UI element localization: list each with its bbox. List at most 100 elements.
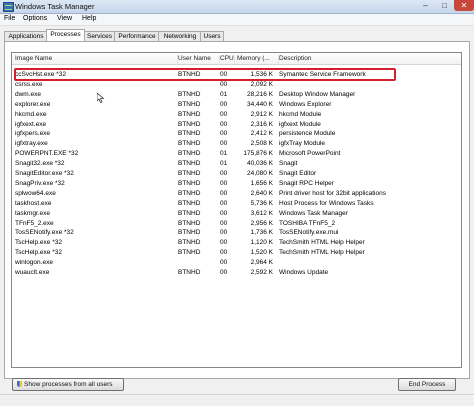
process-description: Host Process for Windows Tasks xyxy=(279,199,374,207)
process-cpu: 00 xyxy=(220,170,228,177)
tab-processes[interactable]: Processes xyxy=(46,29,85,41)
menu-file[interactable]: File xyxy=(4,15,15,22)
process-user-name: BTNHD xyxy=(178,239,201,247)
process-row[interactable]: TosSENotify.exe *32 BTNHD 00 1,736 K TosSENo… xyxy=(12,228,461,237)
menu-help[interactable]: Help xyxy=(82,15,96,22)
process-image-name: igfxext.exe xyxy=(15,120,47,128)
tab-services[interactable]: Services xyxy=(83,31,116,41)
process-image-name: splwow64.exe xyxy=(15,189,56,197)
process-description: Print driver host for 32bit applications xyxy=(279,189,386,197)
process-memory: 1,656 K xyxy=(250,179,273,187)
process-user-name: BTNHD xyxy=(178,100,201,108)
process-row[interactable]: dwm.exe BTNHD 01 28,216 K Desktop Window Man… xyxy=(12,90,461,99)
process-row[interactable]: winlogon.exe 00 2,964 K xyxy=(12,258,461,267)
maximize-button[interactable]: □ xyxy=(435,0,454,11)
process-memory: 34,440 K xyxy=(246,100,273,108)
process-user-name: BTNHD xyxy=(178,199,201,207)
process-image-name: Snagit32.exe *32 xyxy=(15,160,65,168)
process-user-name: BTNHD xyxy=(178,179,201,187)
process-row[interactable]: igfxpers.exe BTNHD 00 2,412 K persistence Mo… xyxy=(12,129,461,138)
process-user-name: BTNHD xyxy=(178,189,201,197)
process-memory: 24,080 K xyxy=(246,170,273,177)
process-memory: 1,520 K xyxy=(250,249,273,257)
process-memory: 3,612 K xyxy=(250,209,273,217)
process-memory: 5,736 K xyxy=(250,199,273,207)
process-row[interactable]: TscHelp.exe *32 BTNHD 00 1,120 K TechSmith H… xyxy=(12,238,461,247)
process-row[interactable]: TscHelp.exe *32 BTNHD 00 1,520 K TechSmith H… xyxy=(12,248,461,257)
process-description: persistence Module xyxy=(279,130,336,138)
process-description: TosSENotify.exe.mui xyxy=(279,229,339,237)
process-cpu: 00 xyxy=(220,219,228,227)
process-memory: 1,736 K xyxy=(250,229,273,237)
menu-view[interactable]: View xyxy=(57,15,72,22)
process-user-name: BTNHD xyxy=(178,219,201,227)
process-user-name: BTNHD xyxy=(178,209,201,217)
process-row[interactable]: wuauclt.exe BTNHD 00 2,592 K Windows Update xyxy=(12,268,461,277)
process-cpu: 00 xyxy=(220,209,228,217)
process-memory: 2,412 K xyxy=(250,130,273,138)
column-header-image-name[interactable]: Image Name ^ xyxy=(15,53,178,64)
column-header-memory[interactable]: Memory (... xyxy=(237,55,279,64)
minimize-button[interactable]: – xyxy=(416,0,435,11)
bottom-bar: Show processes from all users End Proces… xyxy=(11,378,463,392)
process-cpu: 00 xyxy=(220,140,228,148)
process-user-name: BTNHD xyxy=(178,160,201,168)
process-image-name: hkcmd.exe xyxy=(15,110,47,118)
process-description: hkcmd Module xyxy=(279,110,322,118)
process-cpu: 00 xyxy=(220,110,228,118)
menu-options[interactable]: Options xyxy=(23,15,47,22)
process-description: Windows Task Manager xyxy=(279,209,348,217)
process-image-name: taskmgr.exe xyxy=(15,209,51,217)
process-description: TechSmith HTML Help Helper xyxy=(279,239,365,247)
process-row[interactable]: taskmgr.exe BTNHD 00 3,612 K Windows Task Ma… xyxy=(12,209,461,218)
process-cpu: 00 xyxy=(220,249,228,257)
process-image-name: taskhost.exe xyxy=(15,199,52,207)
process-row[interactable]: hkcmd.exe BTNHD 00 2,912 K hkcmd Module xyxy=(12,110,461,119)
process-row[interactable]: SnagPriv.exe *32 BTNHD 00 1,656 K Snagit RPC… xyxy=(12,179,461,188)
close-button[interactable]: ✕ xyxy=(454,0,474,11)
process-image-name: TosSENotify.exe *32 xyxy=(15,229,74,237)
process-row[interactable]: splwow64.exe BTNHD 00 2,640 K Print driver h… xyxy=(12,189,461,198)
process-cpu: 01 xyxy=(220,160,228,168)
process-row[interactable]: explorer.exe BTNHD 00 34,440 K Windows Explo… xyxy=(12,100,461,109)
process-image-name: igfxpers.exe xyxy=(15,130,51,138)
process-cpu: 00 xyxy=(220,130,228,138)
process-memory: 2,592 K xyxy=(250,269,273,276)
column-header-description[interactable]: Description xyxy=(279,55,461,64)
process-row[interactable]: igfxext.exe BTNHD 00 2,316 K igfxext Module xyxy=(12,120,461,129)
tab-applications[interactable]: Applications xyxy=(4,31,48,41)
tab-networking[interactable]: Networking xyxy=(158,31,202,41)
process-row[interactable]: csrss.exe 00 2,092 K xyxy=(12,80,461,89)
process-cpu: 01 xyxy=(220,90,228,98)
process-image-name: csrss.exe xyxy=(15,80,43,88)
process-image-name: winlogon.exe xyxy=(15,259,53,267)
mouse-cursor-icon xyxy=(97,93,105,103)
process-row[interactable]: POWERPNT.EXE *32 BTNHD 01 175,876 K Microsof… xyxy=(12,149,461,158)
process-row[interactable]: TFnF5_2.exe BTNHD 00 2,956 K TOSHIBA TFnF5_2 xyxy=(12,219,461,228)
process-description: Windows Update xyxy=(279,269,329,276)
show-all-processes-button[interactable]: Show processes from all users xyxy=(12,378,124,391)
process-image-name: wuauclt.exe xyxy=(15,269,50,276)
column-header-cpu[interactable]: CPU xyxy=(220,55,235,64)
process-description: Snagit RPC Helper xyxy=(279,179,334,187)
process-list[interactable]: Image Name ^ User Name CPU Memory (... D… xyxy=(11,52,462,368)
task-manager-icon xyxy=(3,2,14,12)
tab-performance[interactable]: Performance xyxy=(114,31,160,41)
tab-users[interactable]: Users xyxy=(200,31,224,41)
column-header-user-name[interactable]: User Name xyxy=(178,55,220,64)
image-name-label: Image Name xyxy=(15,55,53,62)
process-user-name: BTNHD xyxy=(178,170,201,177)
process-cpu: 00 xyxy=(220,229,228,237)
highlight-annotation xyxy=(14,68,396,81)
process-image-name: TscHelp.exe *32 xyxy=(15,239,62,247)
process-memory: 2,956 K xyxy=(250,219,273,227)
process-row[interactable]: SnagitEditor.exe *32 BTNHD 00 24,080 K Snagi… xyxy=(12,169,461,178)
process-image-name: explorer.exe xyxy=(15,100,51,108)
process-row[interactable]: taskhost.exe BTNHD 00 5,736 K Host Process f… xyxy=(12,199,461,208)
process-row[interactable]: igfxtray.exe BTNHD 00 2,508 K igfxTray Modul… xyxy=(12,139,461,148)
process-cpu: 00 xyxy=(220,269,228,276)
process-user-name: BTNHD xyxy=(178,249,201,257)
title-bar[interactable]: Windows Task Manager – □ ✕ xyxy=(0,0,474,14)
process-row[interactable]: Snagit32.exe *32 BTNHD 01 40,036 K Snagit xyxy=(12,159,461,168)
end-process-button[interactable]: End Process xyxy=(398,378,456,391)
